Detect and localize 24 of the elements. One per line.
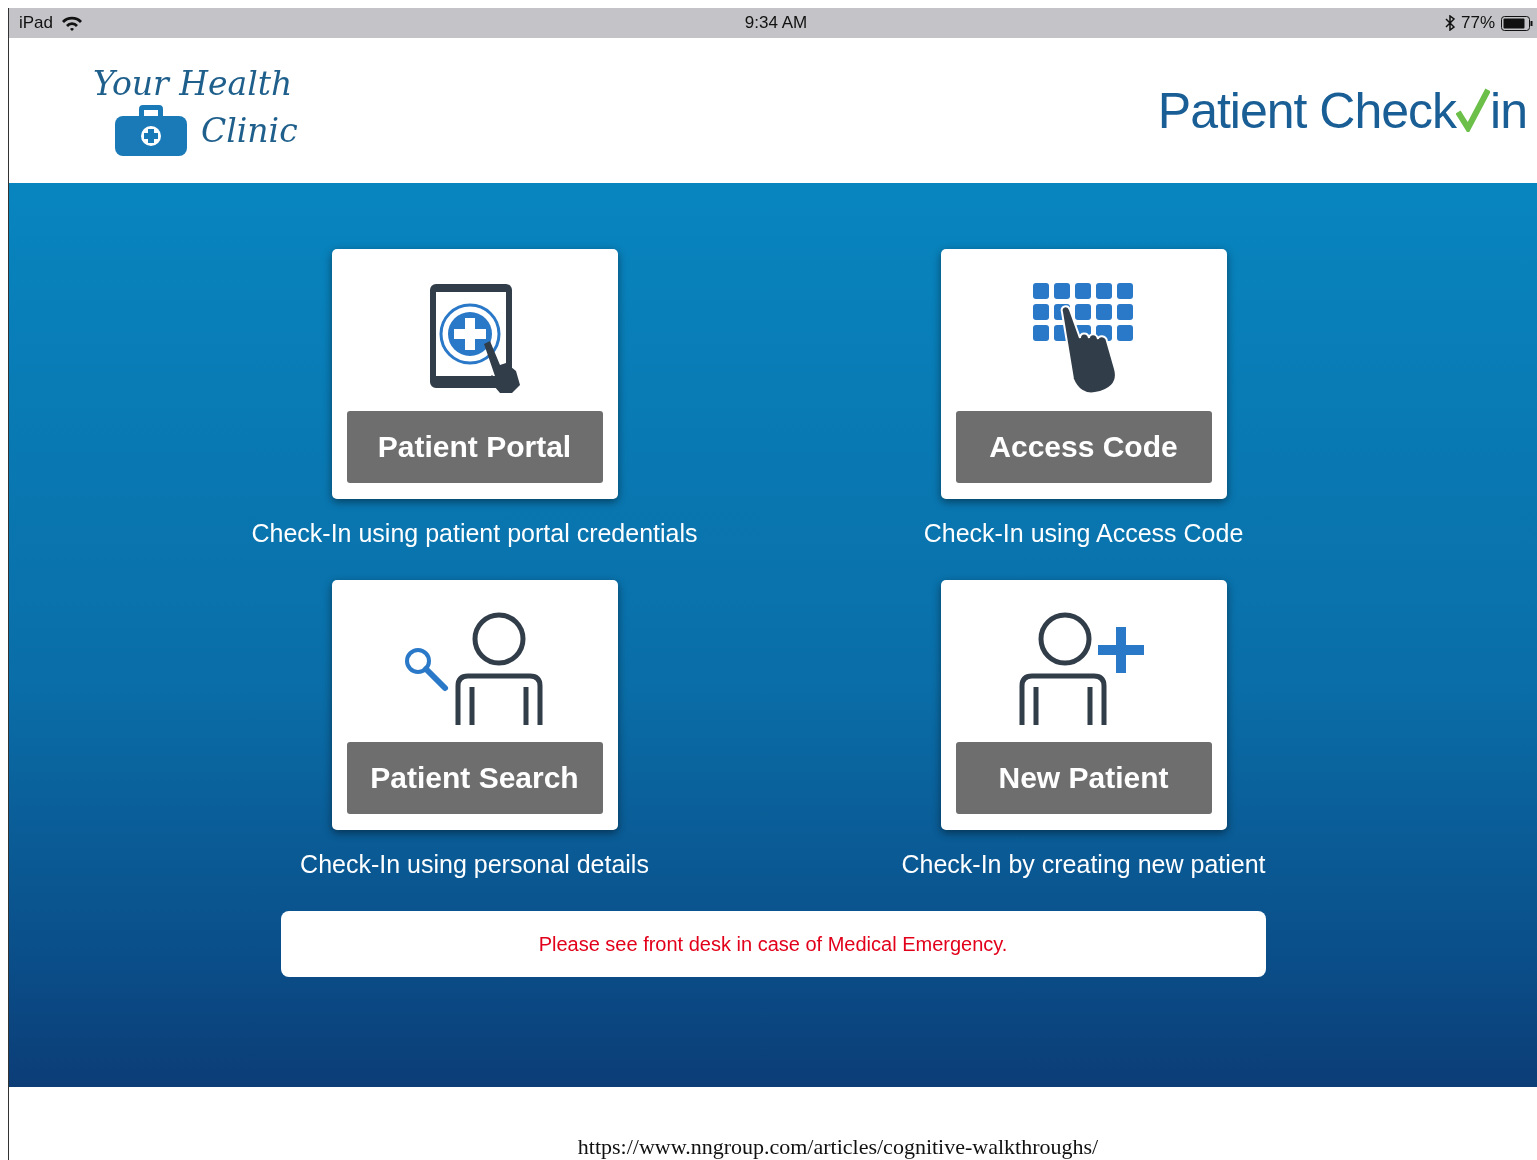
option-description: Check-In using Access Code <box>923 519 1244 548</box>
app-title: Patient Check <box>1157 81 1457 140</box>
battery-percentage: 77% <box>1460 13 1495 33</box>
option-button[interactable]: Patient Search <box>346 742 603 814</box>
medical-bag-icon <box>113 103 189 158</box>
bluetooth-icon <box>1444 15 1455 31</box>
clinic-logo-text: Your Health <box>93 63 294 104</box>
option-description: Check-In using personal details <box>300 850 649 879</box>
option-button[interactable]: Patient Portal <box>346 411 603 483</box>
battery-icon <box>1501 15 1533 31</box>
option-description: Check-In by creating new patient <box>901 850 1266 879</box>
option-button[interactable]: Access Code <box>955 411 1212 483</box>
option-button[interactable]: New Patient <box>955 742 1212 814</box>
app-title: in <box>1490 81 1527 140</box>
source-caption: https://www.nngroup.com/articles/cognitive-walkthroughs/ <box>577 1134 1099 1160</box>
device-name: iPad <box>19 13 54 33</box>
wifi-icon <box>61 15 84 31</box>
emergency-notice: Please see front desk in case of Medical Emergency. <box>280 911 1266 977</box>
keypad-tap-icon <box>1031 282 1136 394</box>
option-description: Check-In using patient portal credentials <box>251 519 698 548</box>
tablet-tap-icon <box>427 282 522 394</box>
checkmark-icon <box>1456 87 1491 132</box>
clinic-logo-text: Clinic <box>201 110 298 151</box>
clock-time: 9:34 AM <box>744 13 808 33</box>
